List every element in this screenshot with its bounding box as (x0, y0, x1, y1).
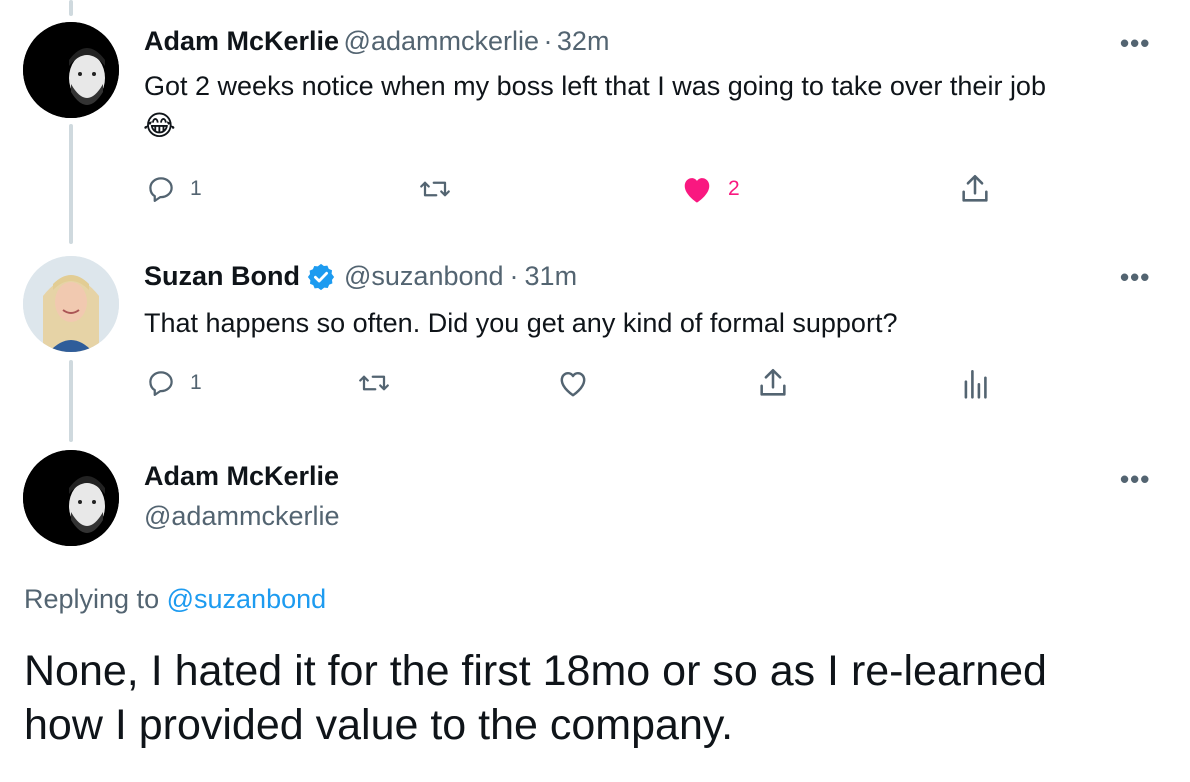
more-options-button[interactable]: ••• (1120, 264, 1150, 290)
author-name[interactable]: Adam McKerlie (144, 461, 339, 492)
timestamp[interactable]: 32m (557, 26, 610, 56)
retweet-icon (359, 375, 389, 391)
avatar-suzan[interactable] (23, 256, 119, 352)
reply-icon (149, 371, 173, 396)
author-name[interactable]: Adam McKerlie (144, 26, 339, 56)
replying-prefix: Replying to (24, 584, 160, 614)
heart-filled-icon (684, 178, 710, 203)
like-count: 2 (728, 177, 740, 200)
retweet-icon (420, 181, 450, 197)
avatar-adam[interactable] (23, 450, 119, 546)
heart-outline-icon (560, 371, 586, 397)
author-name[interactable]: Suzan Bond (144, 261, 300, 292)
more-options-button[interactable]: ••• (1120, 30, 1150, 56)
separator-dot: · (543, 26, 553, 56)
reply-icon (149, 177, 173, 202)
reply-button[interactable]: 1 (146, 368, 202, 398)
main-tweet-text-line-2: how I provided value to the company. (24, 701, 734, 749)
like-button[interactable]: 2 (680, 174, 740, 204)
tweet-2-header: Suzan Bond @suzanbond · 31m (144, 261, 577, 292)
share-button[interactable] (958, 172, 992, 206)
thread-line-top (69, 0, 73, 16)
retweet-button[interactable] (357, 368, 391, 398)
like-button[interactable] (556, 368, 590, 398)
reply-count: 1 (190, 371, 202, 394)
thread-line-1 (69, 124, 73, 244)
share-icon (962, 174, 988, 202)
share-button[interactable] (756, 366, 790, 400)
verified-badge-icon (307, 263, 335, 290)
tweet-1-header: Adam McKerlie @adammckerlie · 32m (144, 26, 609, 57)
analytics-button[interactable] (962, 366, 988, 400)
replying-to-link[interactable]: @suzanbond (167, 584, 327, 614)
thread-line-2 (69, 360, 73, 442)
reply-button[interactable]: 1 (146, 174, 202, 204)
tweet-1-text: Got 2 weeks notice when my boss left tha… (144, 71, 1046, 101)
author-handle[interactable]: @suzanbond (344, 261, 504, 292)
author-handle[interactable]: @adammckerlie (344, 26, 539, 56)
reply-count: 1 (190, 177, 202, 200)
analytics-icon (964, 370, 987, 399)
main-tweet-text-line-1: None, I hated it for the first 18mo or s… (24, 647, 1047, 695)
avatar-adam[interactable] (23, 22, 119, 118)
tweet-1-emoji: 😂 (143, 110, 176, 141)
more-options-button[interactable]: ••• (1120, 466, 1150, 492)
replying-to: Replying to @suzanbond (24, 584, 326, 615)
tweet-2-text: That happens so often. Did you get any k… (144, 308, 898, 338)
retweet-button[interactable] (418, 174, 452, 204)
author-handle[interactable]: @adammckerlie (144, 501, 339, 532)
main-tweet-text: None, I hated it for the first 18mo or s… (24, 644, 1047, 752)
share-icon (760, 368, 786, 396)
timestamp[interactable]: 31m (525, 261, 578, 292)
separator-dot: · (509, 261, 519, 291)
